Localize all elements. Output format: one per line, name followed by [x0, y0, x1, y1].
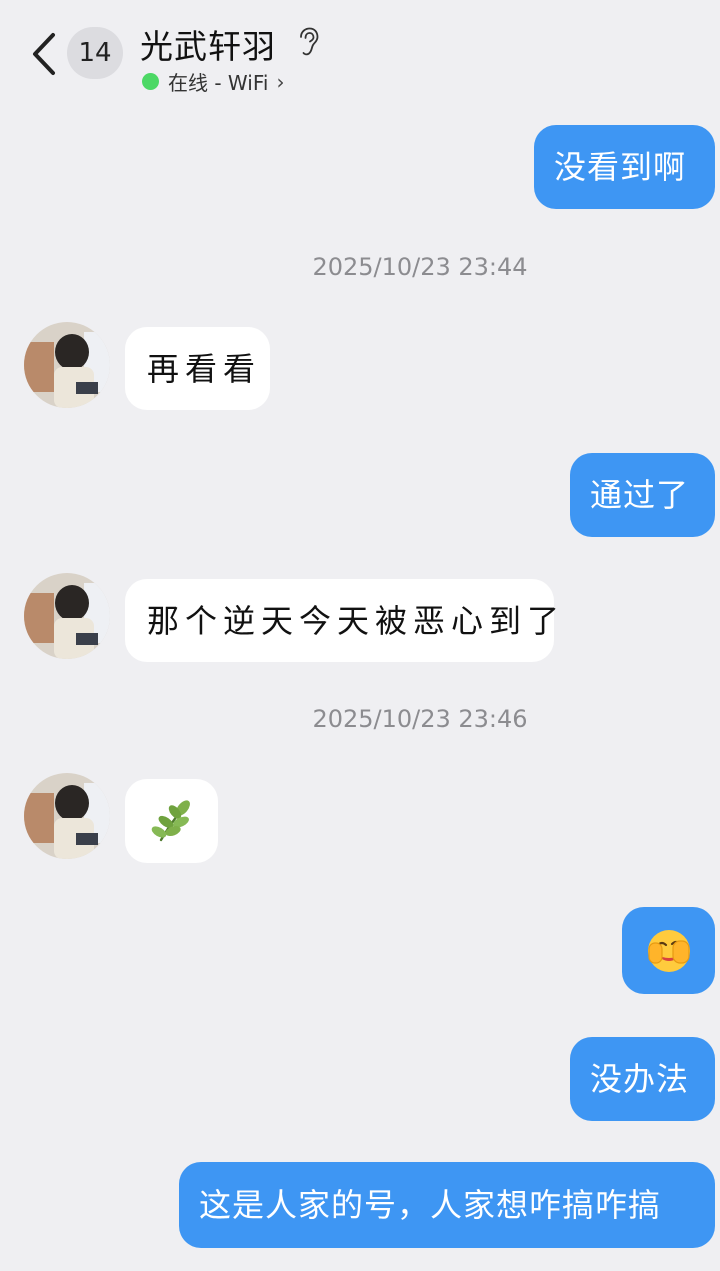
status-text: 在线 - WiFi: [168, 71, 269, 95]
back-button[interactable]: [26, 28, 62, 80]
contact-avatar[interactable]: [24, 322, 110, 408]
chat-screen: 14 光武轩羽 在线 - WiFi › 没看到啊 2025/10/23 23:4…: [0, 0, 720, 1271]
avatar-photo: [24, 773, 110, 859]
message-text: 通过了: [590, 476, 690, 514]
message-bubble-outgoing[interactable]: 没看到啊: [534, 125, 715, 209]
connection-status[interactable]: 在线 - WiFi ›: [142, 67, 284, 96]
online-status-dot: [142, 73, 159, 90]
message-text: 再看看: [147, 349, 262, 388]
message-bubble-outgoing[interactable]: 这是人家的号，人家想咋搞咋搞: [179, 1162, 715, 1248]
herb-emoji-icon: [151, 800, 190, 842]
chat-header: 14 光武轩羽 在线 - WiFi ›: [0, 0, 720, 110]
message-bubble-incoming[interactable]: [125, 779, 218, 863]
message-text: 这是人家的号，人家想咋搞咋搞: [199, 1186, 662, 1224]
contact-avatar[interactable]: [24, 773, 110, 859]
contact-name[interactable]: 光武轩羽: [140, 20, 276, 68]
message-timestamp: 2025/10/23 23:44: [312, 253, 528, 281]
chevron-left-icon: [33, 33, 55, 75]
message-bubble-outgoing[interactable]: 没办法: [570, 1037, 715, 1121]
face-with-peeking-eye-emoji-icon: [647, 929, 690, 972]
message-timestamp: 2025/10/23 23:46: [312, 705, 528, 733]
message-bubble-outgoing[interactable]: 通过了: [570, 453, 715, 537]
avatar-photo: [24, 322, 110, 408]
avatar-photo: [24, 573, 110, 659]
message-text: 没办法: [590, 1060, 690, 1098]
message-bubble-incoming[interactable]: 那个逆天今天被恶心到了: [125, 579, 559, 662]
message-bubble-outgoing[interactable]: [622, 907, 715, 994]
message-bubble-incoming[interactable]: 再看看: [125, 327, 270, 410]
chevron-right-icon: ›: [276, 69, 285, 94]
message-text: 没看到啊: [554, 148, 687, 186]
message-text: 那个逆天今天被恶心到了: [147, 601, 566, 640]
unread-count-badge[interactable]: 14: [67, 27, 123, 79]
ear-icon[interactable]: [295, 27, 321, 57]
contact-avatar[interactable]: [24, 573, 110, 659]
